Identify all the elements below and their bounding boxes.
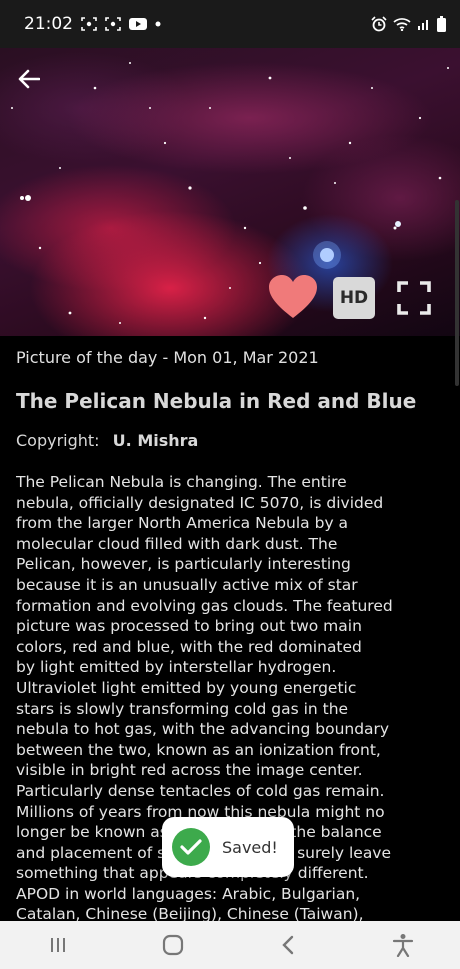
recents-icon — [50, 938, 65, 952]
home-button[interactable] — [143, 925, 203, 965]
screenshot-icon — [81, 17, 97, 31]
accessibility-icon — [392, 934, 413, 957]
nav-back-icon — [281, 935, 293, 955]
star-field — [11, 62, 449, 324]
toast-message: Saved! — [222, 837, 278, 857]
date-line: Picture of the day - Mon 01, Mar 2021 — [16, 348, 319, 367]
status-time: 21:02 — [24, 14, 73, 34]
saved-toast: Saved! — [162, 817, 294, 877]
back-arrow-icon — [18, 69, 40, 89]
recents-button[interactable] — [28, 925, 88, 965]
scrollbar[interactable] — [455, 200, 459, 386]
check-circle-icon — [172, 828, 210, 866]
status-bar: 21:02 — [0, 0, 460, 48]
battery-icon — [437, 16, 446, 32]
signal-icon — [418, 20, 428, 30]
home-icon — [162, 934, 183, 956]
copyright-line: Copyright: U. Mishra — [16, 431, 446, 450]
wifi-icon — [393, 18, 411, 31]
apod-image[interactable]: HD — [0, 48, 460, 336]
fullscreen-button[interactable] — [395, 279, 433, 317]
accessibility-button[interactable] — [373, 925, 433, 965]
favorite-button[interactable] — [268, 274, 318, 320]
alarm-icon — [371, 16, 387, 32]
system-nav-bar — [0, 921, 460, 969]
hd-button[interactable]: HD — [333, 277, 375, 319]
back-button[interactable] — [14, 64, 44, 94]
copyright-name: U. Mishra — [112, 431, 199, 450]
copyright-label: Copyright: — [16, 431, 100, 450]
hd-label: HD — [339, 288, 369, 308]
dot-icon — [155, 21, 161, 27]
apod-title: The Pelican Nebula in Red and Blue — [16, 389, 417, 413]
heart-icon — [269, 275, 317, 318]
youtube-icon — [129, 18, 147, 30]
screenshot-icon — [105, 17, 121, 31]
fullscreen-icon — [397, 281, 431, 315]
nav-back-button[interactable] — [258, 925, 318, 965]
